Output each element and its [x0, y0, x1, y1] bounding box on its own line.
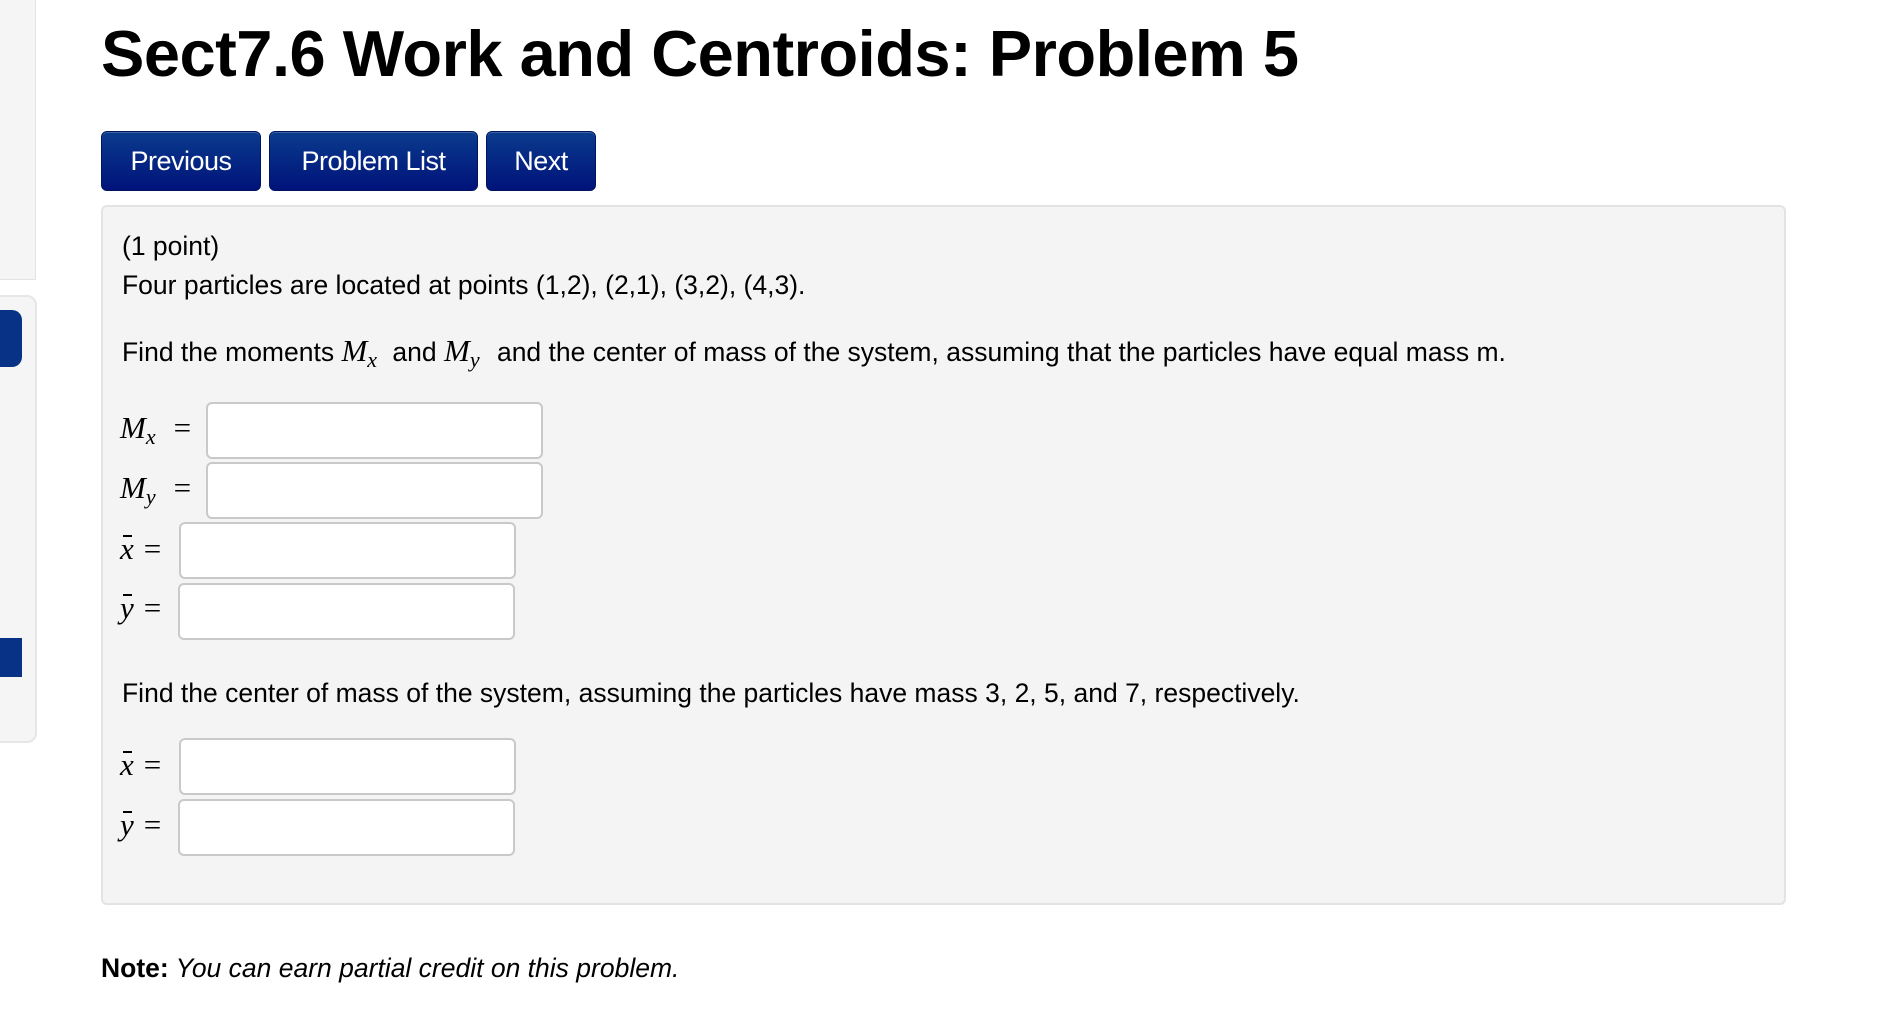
my-label: My = — [120, 470, 192, 509]
mx-input[interactable] — [206, 402, 543, 459]
page-title: Sect7.6 Work and Centroids: Problem 5 — [101, 17, 1299, 90]
ybar-label: y = — [120, 590, 162, 625]
xbar-weighted-label: x = — [120, 747, 162, 782]
question-1-mid: and — [385, 337, 444, 367]
next-button[interactable]: Next — [486, 131, 596, 191]
problem-list-button[interactable]: Problem List — [269, 131, 478, 191]
ybar-weighted-label: y = — [120, 807, 162, 842]
ybar-weighted-input[interactable] — [178, 799, 515, 856]
sidebar-panel-top — [0, 0, 36, 280]
question-1: Find the moments Mx and My and the cente… — [122, 333, 1506, 372]
my-input[interactable] — [206, 462, 543, 519]
partial-credit-note: Note: You can earn partial credit on thi… — [101, 953, 679, 984]
mx-label: Mx = — [120, 410, 192, 449]
points-label: (1 point) — [122, 231, 220, 261]
xbar-label: x = — [120, 531, 162, 566]
ybar-input[interactable] — [178, 583, 515, 640]
problem-statement: Four particles are located at points (1,… — [122, 270, 806, 300]
question-1-suffix: and the center of mass of the system, as… — [489, 337, 1506, 367]
note-label: Note: — [101, 953, 169, 983]
sidebar-button[interactable] — [0, 638, 22, 677]
xbar-input[interactable] — [179, 522, 516, 579]
math-mx: Mx — [341, 333, 378, 372]
question-2: Find the center of mass of the system, a… — [122, 678, 1300, 708]
question-1-prefix: Find the moments — [122, 337, 342, 367]
note-text: You can earn partial credit on this prob… — [168, 953, 680, 983]
sidebar-active-item[interactable] — [0, 310, 22, 367]
previous-button[interactable]: Previous — [101, 131, 261, 191]
xbar-weighted-input[interactable] — [179, 738, 516, 795]
math-my: My — [444, 333, 480, 372]
